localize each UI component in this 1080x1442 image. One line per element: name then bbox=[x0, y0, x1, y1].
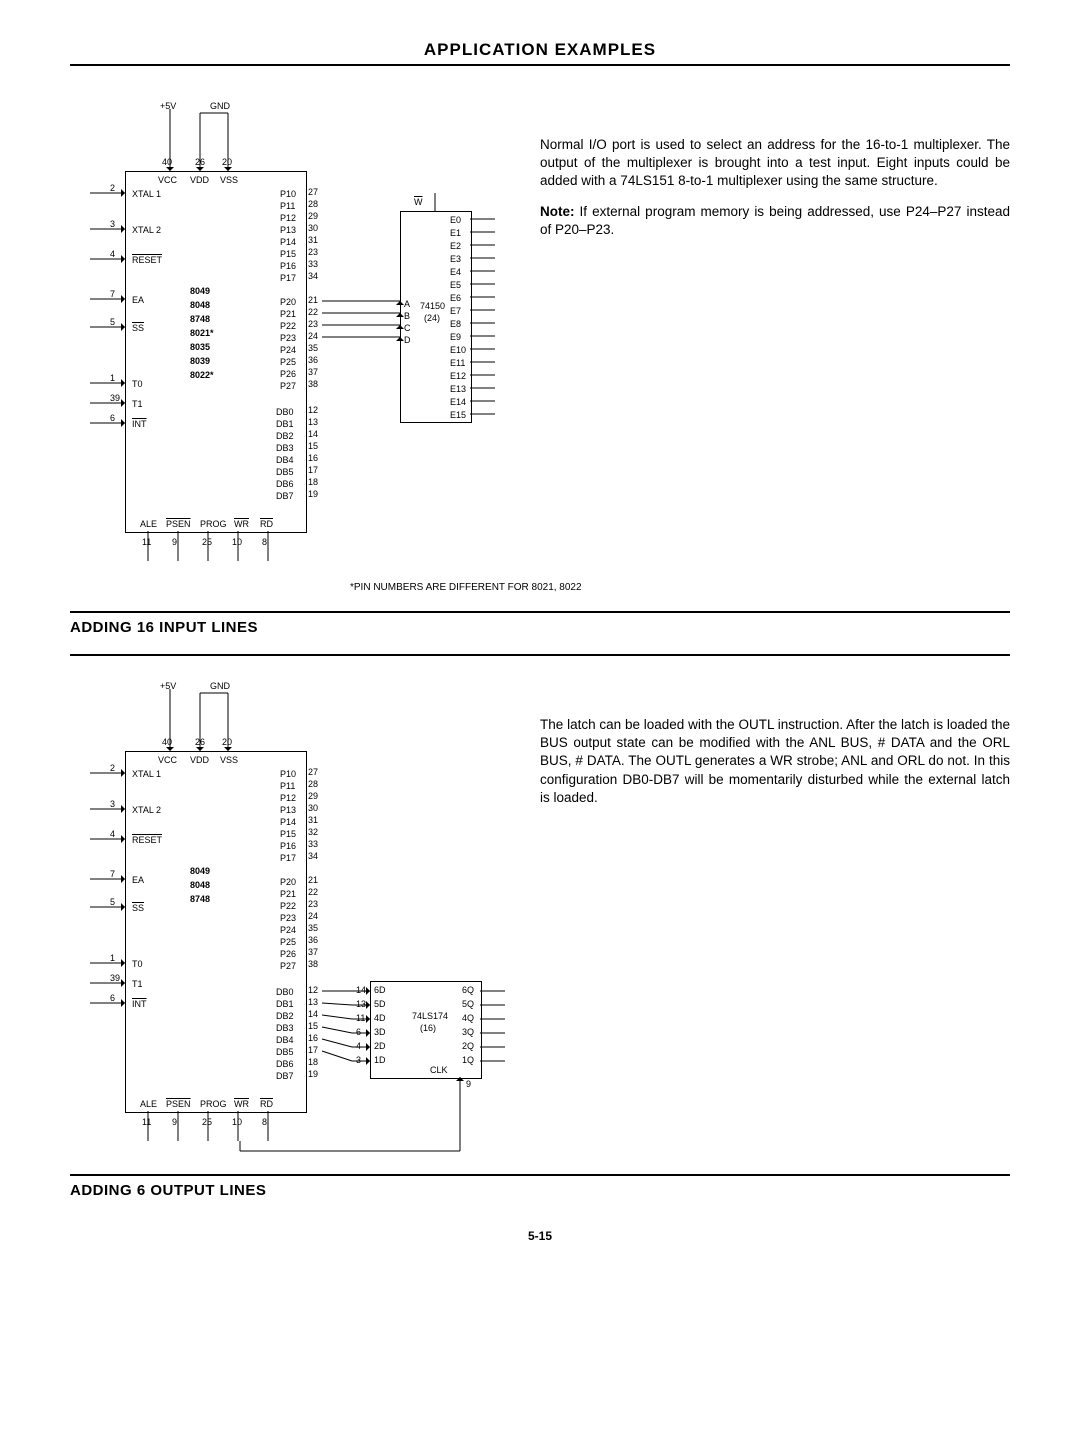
para-mux: Normal I/O port is used to select an add… bbox=[540, 136, 1010, 191]
page-number: 5-15 bbox=[70, 1229, 1010, 1243]
schematic-wires bbox=[70, 96, 510, 581]
note-label: Note: bbox=[540, 204, 575, 219]
para-latch: The latch can be loaded with the OUTL in… bbox=[540, 716, 1010, 807]
description-6-outputs: The latch can be loaded with the OUTL in… bbox=[540, 676, 1010, 819]
section-16-inputs: +5VGND402620VCCVDDVSS2XTAL 13XTAL 24RESE… bbox=[70, 96, 1010, 656]
section-6-outputs: +5VGND402620VCCVDDVSS2XTAL 13XTAL 24RESE… bbox=[70, 676, 1010, 1199]
description-16-inputs: Normal I/O port is used to select an add… bbox=[540, 96, 1010, 251]
divider bbox=[70, 611, 1010, 613]
schematic-6-outputs: +5VGND402620VCCVDDVSS2XTAL 13XTAL 24RESE… bbox=[70, 676, 500, 1156]
note-mux: Note: If external program memory is bein… bbox=[540, 203, 1010, 239]
heading-6-outputs: ADDING 6 OUTPUT LINES bbox=[70, 1182, 1010, 1199]
heading-16-inputs: ADDING 16 INPUT LINES bbox=[70, 619, 1010, 636]
schematic-16-inputs: +5VGND402620VCCVDDVSS2XTAL 13XTAL 24RESE… bbox=[70, 96, 500, 576]
note-body: If external program memory is being addr… bbox=[540, 204, 1010, 237]
footnote-pin-numbers: *PIN NUMBERS ARE DIFFERENT FOR 8021, 802… bbox=[350, 582, 1010, 593]
divider bbox=[70, 654, 1010, 656]
page-title: APPLICATION EXAMPLES bbox=[70, 40, 1010, 66]
divider bbox=[70, 1174, 1010, 1176]
schematic-wires bbox=[70, 676, 530, 1171]
